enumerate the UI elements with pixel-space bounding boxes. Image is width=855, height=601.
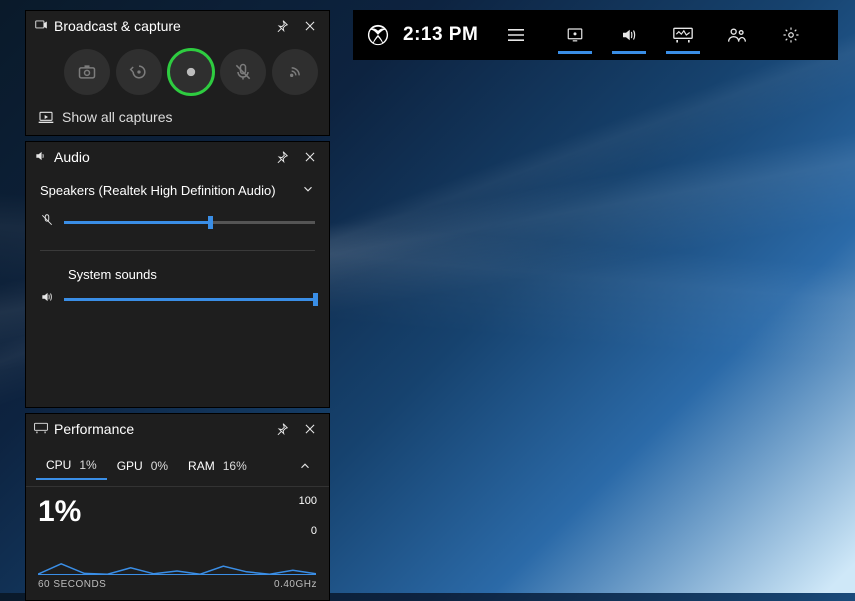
performance-body: 1% 100 0 60 SECONDS 0.40GHz — [26, 487, 329, 600]
tool-capture[interactable] — [548, 10, 602, 60]
output-device-row[interactable]: Speakers (Realtek High Definition Audio) — [40, 182, 315, 199]
performance-header: Performance — [26, 414, 329, 444]
tool-social[interactable] — [710, 10, 764, 60]
tab-label: CPU — [46, 458, 71, 472]
start-broadcast-button[interactable] — [272, 49, 318, 95]
tab-gpu[interactable]: GPU 0% — [107, 453, 178, 479]
collapse-button[interactable] — [291, 459, 319, 473]
y-max: 100 — [299, 495, 317, 507]
screenshot-button[interactable] — [64, 49, 110, 95]
divider — [40, 250, 315, 251]
close-button[interactable] — [299, 418, 321, 440]
slider-fill — [64, 221, 210, 224]
audio-body: Speakers (Realtek High Definition Audio)… — [26, 172, 329, 407]
system-volume-row — [40, 290, 315, 309]
clock: 2:13 PM — [403, 24, 493, 46]
tab-ram[interactable]: RAM 16% — [178, 453, 257, 479]
slider-thumb[interactable] — [208, 216, 213, 229]
pin-button[interactable] — [271, 418, 293, 440]
performance-tabs: CPU 1% GPU 0% RAM 16% — [26, 444, 329, 487]
tab-value: 0% — [151, 459, 168, 473]
chevron-down-icon — [301, 182, 315, 199]
x-axis-label: 60 SECONDS — [38, 579, 106, 590]
close-button[interactable] — [299, 146, 321, 168]
tool-audio[interactable] — [602, 10, 656, 60]
mic-toggle-button[interactable] — [220, 49, 266, 95]
tab-value: 16% — [223, 459, 247, 473]
cpu-sparkline-chart — [38, 535, 316, 575]
speaker-icon — [34, 149, 48, 166]
panel-title: Broadcast & capture — [54, 18, 265, 34]
tool-settings[interactable] — [764, 10, 818, 60]
mic-volume-row — [40, 213, 315, 232]
show-all-captures-link[interactable]: Show all captures — [26, 103, 329, 135]
mic-volume-slider[interactable] — [64, 221, 315, 224]
xbox-icon[interactable] — [353, 24, 403, 46]
system-volume-slider[interactable] — [64, 298, 315, 301]
capture-buttons — [26, 41, 329, 103]
tab-label: RAM — [188, 459, 215, 473]
panel-title: Performance — [54, 421, 265, 437]
tab-cpu[interactable]: CPU 1% — [36, 452, 107, 480]
speaker-icon[interactable] — [40, 290, 54, 309]
record-last-button[interactable] — [116, 49, 162, 95]
audio-panel: Audio Speakers (Realtek High Definition … — [25, 141, 330, 408]
pin-button[interactable] — [271, 15, 293, 37]
mic-muted-icon[interactable] — [40, 213, 54, 232]
cpu-frequency: 0.40GHz — [274, 579, 317, 590]
output-device-name: Speakers (Realtek High Definition Audio) — [40, 183, 293, 198]
system-sounds-label: System sounds — [68, 267, 315, 282]
cpu-big-value: 1% — [38, 495, 81, 529]
capture-icon — [34, 18, 48, 35]
slider-fill — [64, 298, 315, 301]
y-min: 0 — [299, 525, 317, 537]
widgets-menu-button[interactable] — [493, 10, 538, 60]
widget-column: Broadcast & capture — [25, 10, 330, 601]
topbar-tools — [548, 10, 818, 60]
broadcast-capture-panel: Broadcast & capture — [25, 10, 330, 136]
close-button[interactable] — [299, 15, 321, 37]
tab-label: GPU — [117, 459, 143, 473]
show-all-captures-label: Show all captures — [62, 109, 173, 125]
performance-icon — [34, 421, 48, 437]
start-recording-button[interactable] — [168, 49, 214, 95]
tool-performance[interactable] — [656, 10, 710, 60]
game-bar-topbar: 2:13 PM — [353, 10, 838, 60]
pin-button[interactable] — [271, 146, 293, 168]
slider-thumb[interactable] — [313, 293, 318, 306]
panel-title: Audio — [54, 149, 265, 165]
tab-value: 1% — [79, 458, 96, 472]
audio-header: Audio — [26, 142, 329, 172]
performance-panel: Performance CPU 1% GPU 0% RAM 16% — [25, 413, 330, 601]
chart-y-axis: 100 0 — [299, 495, 317, 537]
broadcast-capture-header: Broadcast & capture — [26, 11, 329, 41]
